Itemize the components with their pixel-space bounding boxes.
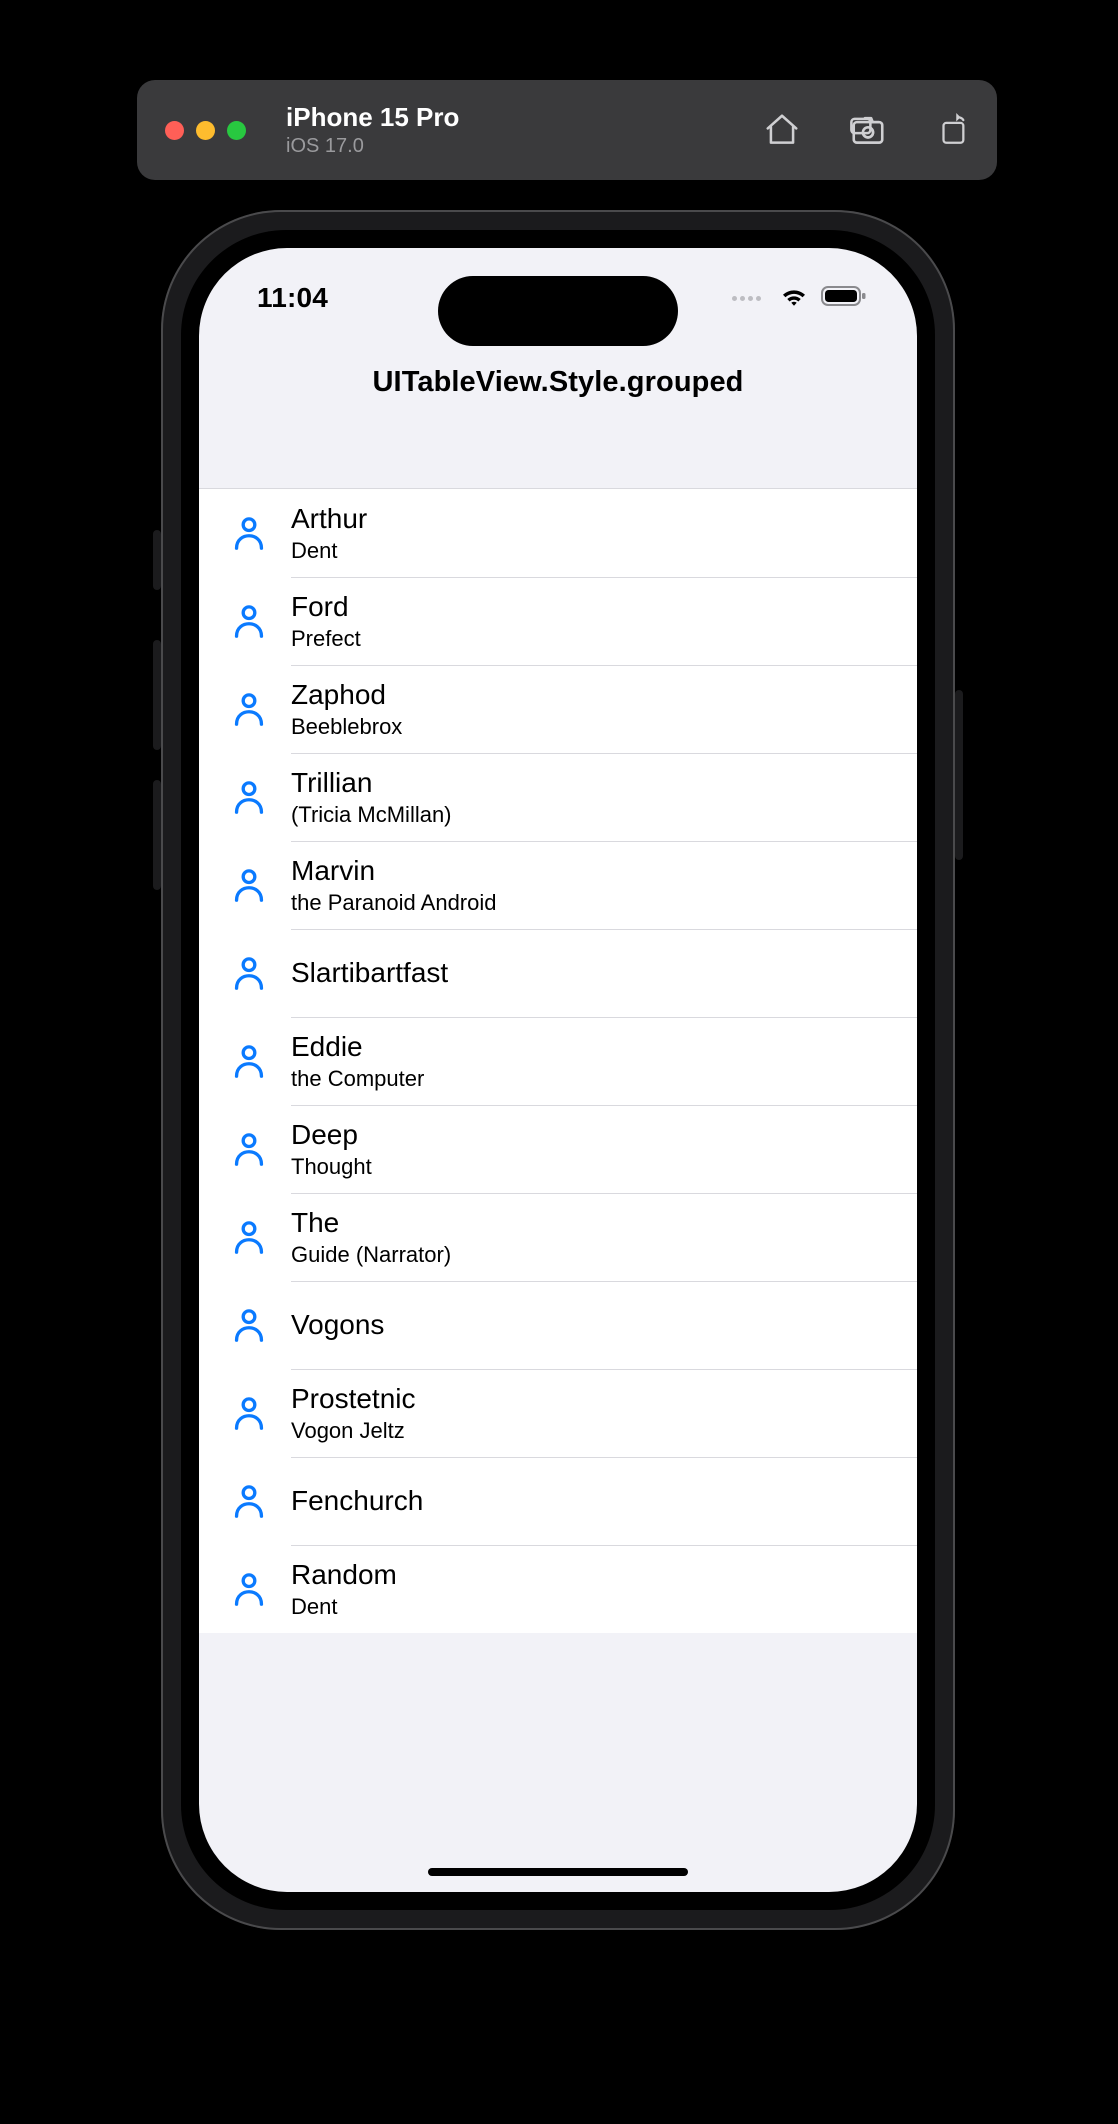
home-icon[interactable] (763, 111, 801, 149)
person-icon (227, 691, 271, 727)
row-subtitle: Prefect (291, 626, 361, 652)
person-icon (227, 1043, 271, 1079)
simulator-toolbar (763, 111, 969, 149)
simulator-device-name: iPhone 15 Pro (286, 101, 459, 134)
side-button-power[interactable] (955, 690, 963, 860)
person-icon (227, 867, 271, 903)
battery-icon (821, 285, 867, 312)
table-row[interactable]: Fenchurch (199, 1457, 917, 1545)
row-text: The Guide (Narrator) (291, 1206, 451, 1268)
row-title: Deep (291, 1118, 372, 1152)
row-subtitle: Thought (291, 1154, 372, 1180)
row-title: Prostetnic (291, 1382, 416, 1416)
simulator-header: iPhone 15 Pro iOS 17.0 (137, 80, 997, 180)
table-row[interactable]: Vogons (199, 1281, 917, 1369)
window-minimize-button[interactable] (196, 121, 215, 140)
person-icon (227, 1307, 271, 1343)
person-icon (227, 603, 271, 639)
row-title: Arthur (291, 502, 367, 536)
row-title: Trillian (291, 766, 452, 800)
row-subtitle: (Tricia McMillan) (291, 802, 452, 828)
row-subtitle: Dent (291, 1594, 397, 1620)
dynamic-island (438, 276, 678, 346)
table-row[interactable]: Ford Prefect (199, 577, 917, 665)
person-icon (227, 1395, 271, 1431)
table-row[interactable]: Prostetnic Vogon Jeltz (199, 1369, 917, 1457)
row-subtitle: the Paranoid Android (291, 890, 497, 916)
row-text: Deep Thought (291, 1118, 372, 1180)
table-row[interactable]: Trillian (Tricia McMillan) (199, 753, 917, 841)
screenshot-icon[interactable] (849, 111, 887, 149)
row-title: Zaphod (291, 678, 402, 712)
row-title: Random (291, 1558, 397, 1592)
table-row[interactable]: Slartibartfast (199, 929, 917, 1017)
table-row[interactable]: Zaphod Beeblebrox (199, 665, 917, 753)
row-title: Vogons (291, 1308, 384, 1342)
iphone-bezel: 11:04 (181, 230, 935, 1910)
side-button-volume-down[interactable] (153, 780, 161, 890)
status-time: 11:04 (257, 282, 328, 314)
row-title: Slartibartfast (291, 956, 448, 990)
simulator-os-version: iOS 17.0 (286, 134, 459, 159)
status-indicators (732, 285, 867, 312)
row-text: Vogons (291, 1308, 384, 1342)
person-icon (227, 955, 271, 991)
window-zoom-button[interactable] (227, 121, 246, 140)
person-icon (227, 515, 271, 551)
table-row[interactable]: Eddie the Computer (199, 1017, 917, 1105)
row-subtitle: Guide (Narrator) (291, 1242, 451, 1268)
wifi-icon (779, 285, 809, 312)
page-title: UITableView.Style.grouped (373, 366, 744, 399)
window-traffic-lights (165, 121, 246, 140)
row-text: Arthur Dent (291, 502, 367, 564)
simulator-title-block: iPhone 15 Pro iOS 17.0 (286, 101, 459, 159)
side-button-volume-up[interactable] (153, 640, 161, 750)
row-subtitle: the Computer (291, 1066, 424, 1092)
person-icon (227, 1219, 271, 1255)
row-title: The (291, 1206, 451, 1240)
table-row[interactable]: The Guide (Narrator) (199, 1193, 917, 1281)
iphone-frame: 11:04 (161, 210, 955, 1930)
navigation-bar: UITableView.Style.grouped (199, 348, 917, 488)
person-icon (227, 1131, 271, 1167)
row-subtitle: Beeblebrox (291, 714, 402, 740)
table-view[interactable]: Arthur Dent Ford Prefect Zaphod Beeblebr… (199, 488, 917, 1633)
row-text: Random Dent (291, 1558, 397, 1620)
row-title: Ford (291, 590, 361, 624)
cellular-icon (732, 296, 761, 301)
table-row[interactable]: Random Dent (199, 1545, 917, 1633)
iphone-screen: 11:04 (199, 248, 917, 1892)
row-text: Eddie the Computer (291, 1030, 424, 1092)
row-text: Trillian (Tricia McMillan) (291, 766, 452, 828)
row-subtitle: Dent (291, 538, 367, 564)
row-text: Slartibartfast (291, 956, 448, 990)
row-title: Fenchurch (291, 1484, 423, 1518)
table-row[interactable]: Arthur Dent (199, 489, 917, 577)
row-title: Eddie (291, 1030, 424, 1064)
side-button-silence[interactable] (153, 530, 161, 590)
row-title: Marvin (291, 854, 497, 888)
row-text: Zaphod Beeblebrox (291, 678, 402, 740)
row-text: Fenchurch (291, 1484, 423, 1518)
row-text: Prostetnic Vogon Jeltz (291, 1382, 416, 1444)
table-row[interactable]: Marvin the Paranoid Android (199, 841, 917, 929)
row-subtitle: Vogon Jeltz (291, 1418, 416, 1444)
person-icon (227, 1571, 271, 1607)
rotate-icon[interactable] (935, 111, 969, 149)
row-text: Ford Prefect (291, 590, 361, 652)
person-icon (227, 1483, 271, 1519)
row-text: Marvin the Paranoid Android (291, 854, 497, 916)
table-row[interactable]: Deep Thought (199, 1105, 917, 1193)
window-close-button[interactable] (165, 121, 184, 140)
person-icon (227, 779, 271, 815)
home-indicator[interactable] (428, 1868, 688, 1876)
